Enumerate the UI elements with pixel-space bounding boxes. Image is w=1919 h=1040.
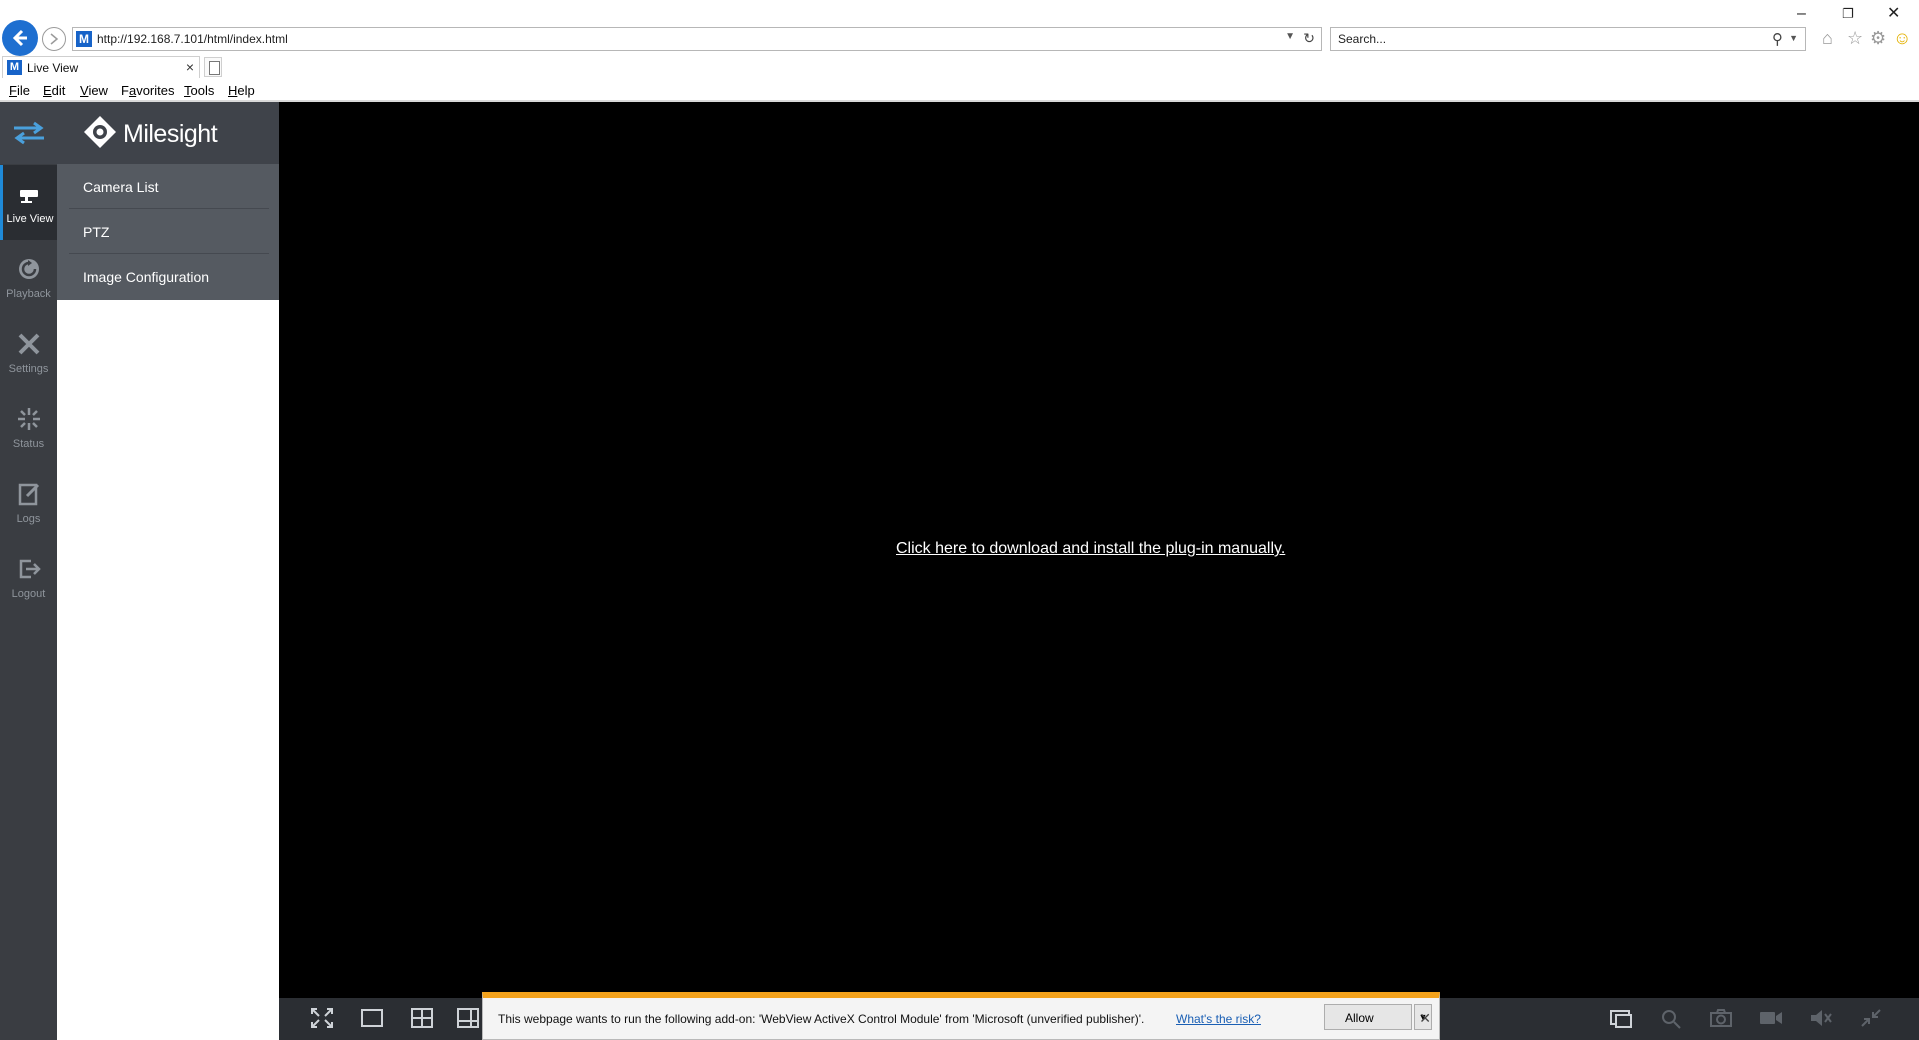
address-bar[interactable]: M http://192.168.7.101/html/index.html ▼… [72,27,1322,51]
address-dropdown-icon[interactable]: ▼ [1285,31,1295,42]
menu-help-rest: elp [237,83,255,98]
logo-text: Milesight [123,120,218,148]
layout-quad-icon[interactable] [409,1006,435,1030]
allow-button[interactable]: Allow [1324,1004,1412,1030]
allow-label: Allow [1345,1011,1374,1025]
submenu-label: Camera List [83,179,159,195]
gear-icon[interactable]: ⚙ [1870,28,1886,48]
submenu-list: Camera List PTZ Image Configuration [57,164,279,300]
menu-bar: File Edit View Favorites Tools Help [0,80,1919,102]
nav-logout[interactable]: Logout [0,540,57,615]
addon-notification-bar: This webpage wants to run the following … [482,992,1440,1040]
whats-the-risk-link[interactable]: What's the risk? [1176,1012,1261,1026]
search-icon[interactable]: ⚲ [1772,30,1783,48]
search-dropdown-icon[interactable]: ▼ [1789,33,1798,43]
nav-label: Playback [6,288,51,300]
nav-playback[interactable]: Playback [0,240,57,315]
snapshot-icon[interactable] [1708,1006,1734,1030]
refresh-icon[interactable]: ↻ [1303,30,1315,47]
menu-tools[interactable]: Tools [184,83,214,98]
minimize-icon[interactable]: – [1797,4,1806,24]
menu-file[interactable]: File [9,83,30,98]
stream-icon[interactable] [1608,1006,1634,1030]
record-icon[interactable] [1758,1006,1784,1030]
site-favicon: M [76,31,92,47]
tab-close-icon[interactable]: × [186,59,194,75]
nav-settings[interactable]: Settings [0,315,57,390]
swap-arrows-icon [13,121,44,145]
search-box[interactable]: Search... ⚲ ▼ [1330,27,1806,51]
milesight-logo-icon [84,116,116,148]
back-arrow-icon [12,29,27,47]
notification-message: This webpage wants to run the following … [498,1012,1145,1026]
submenu-label: PTZ [83,224,110,240]
playback-icon [18,259,39,279]
nav-label: Settings [8,363,49,375]
restore-icon[interactable]: ❐ [1842,4,1854,24]
logout-icon [19,559,41,579]
zoom-icon[interactable] [1658,1006,1684,1030]
app-root: Live View Playback Settings Status Logs … [0,102,1919,1040]
logo-area: Milesight [57,102,279,164]
tab-live-view[interactable]: M Live View × [2,56,200,78]
logs-icon [18,483,39,506]
nav-logs[interactable]: Logs [0,465,57,540]
left-nav: Live View Playback Settings Status Logs … [0,102,57,1040]
search-input[interactable]: Search... [1338,32,1386,46]
submenu-label: Image Configuration [83,269,210,285]
nav-toggle-button[interactable] [0,102,57,164]
menu-view[interactable]: View [80,83,108,98]
menu-favorites-rest: vorites [136,83,175,98]
menu-edit[interactable]: Edit [43,83,65,98]
forward-button[interactable] [42,27,66,51]
fullscreen-icon[interactable] [309,1006,335,1030]
menu-help[interactable]: Help [228,83,255,98]
nav-label: Status [12,438,45,450]
audio-icon[interactable] [1808,1006,1834,1030]
notification-close-icon[interactable]: ✕ [1419,1010,1431,1027]
status-icon [17,408,40,430]
layout-single-icon[interactable] [359,1006,385,1030]
back-button[interactable] [2,20,38,56]
nav-live-view[interactable]: Live View [0,165,57,240]
menu-file-rest: ile [16,83,30,98]
live-view-area: Click here to download and install the p… [279,102,1919,998]
menu-tools-rest: ools [190,83,215,98]
favorites-star-icon[interactable]: ☆ [1847,28,1863,48]
nav-label: Logout [11,588,46,600]
tab-favicon: M [7,60,22,75]
submenu-panel: Milesight Camera List PTZ Image Configur… [57,102,279,1040]
forward-arrow-icon [50,33,59,45]
submenu-ptz[interactable]: PTZ [69,209,269,254]
nav-label: Live View [6,213,54,225]
menu-edit-rest: dit [51,83,66,98]
menu-view-rest: iew [88,83,108,98]
camera-icon [20,190,38,203]
home-icon[interactable]: ⌂ [1822,28,1833,48]
wrench-icon [18,333,39,355]
browser-titlebar: M http://192.168.7.101/html/index.html ▼… [0,0,1919,80]
nav-status[interactable]: Status [0,390,57,465]
new-tab-button[interactable] [204,57,222,77]
menu-favorites-pre: F [121,83,129,98]
address-url[interactable]: http://192.168.7.101/html/index.html [97,32,288,46]
menu-favorites[interactable]: Favorites [121,83,174,98]
exit-fullscreen-icon[interactable] [1858,1006,1884,1030]
smiley-feedback-icon[interactable]: ☺ [1893,28,1911,48]
tab-title: Live View [27,61,79,75]
submenu-image-configuration[interactable]: Image Configuration [69,254,269,299]
plugin-download-link[interactable]: Click here to download and install the p… [896,540,1285,558]
close-window-icon[interactable]: ✕ [1887,4,1900,24]
nav-label: Logs [16,513,41,525]
layout-multi-icon[interactable] [455,1006,481,1030]
submenu-camera-list[interactable]: Camera List [69,164,269,209]
